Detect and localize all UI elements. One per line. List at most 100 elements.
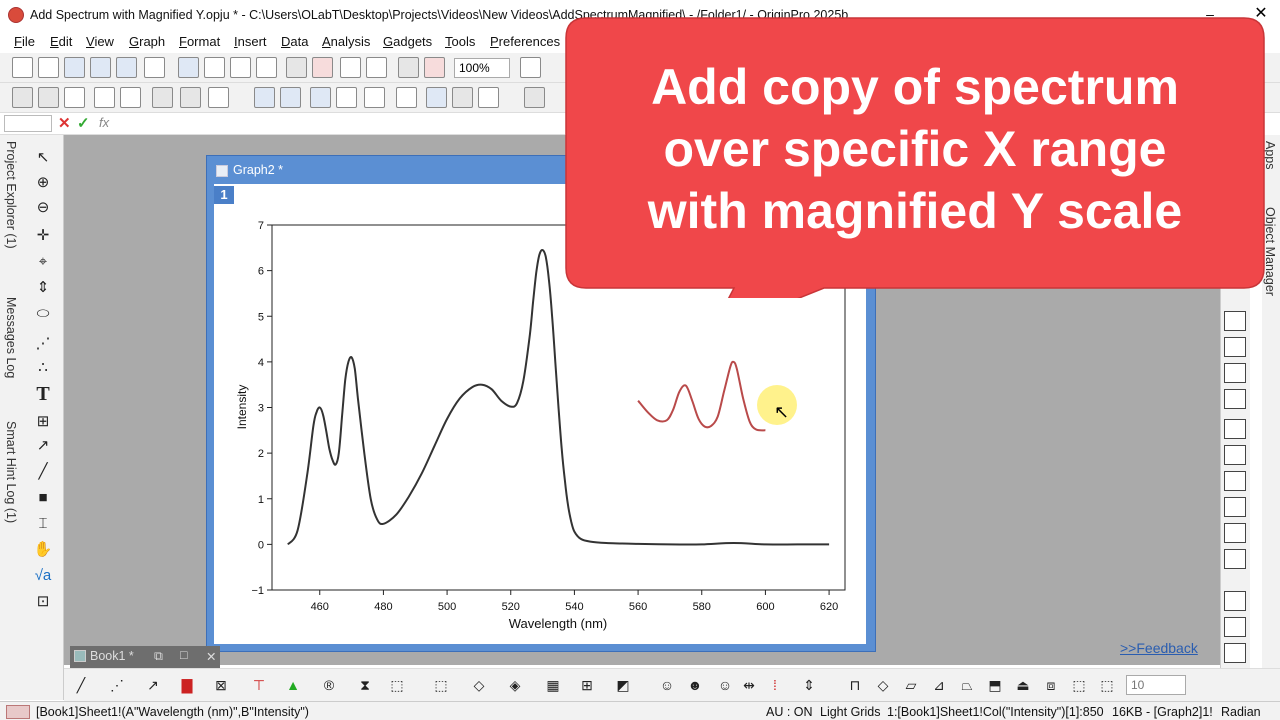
book1-minimized-window[interactable]: Book1 * ⧉ □ ✕	[70, 646, 220, 668]
cancel-edit-icon[interactable]: ✕	[58, 114, 71, 132]
new-function-icon[interactable]	[144, 57, 165, 78]
line-tool-icon[interactable]: ╱	[32, 461, 54, 483]
axis-bottom-icon[interactable]	[1224, 419, 1246, 439]
menu-tools[interactable]: Tools	[445, 34, 475, 49]
scale-tool-icon[interactable]: ✛	[32, 225, 54, 247]
arrow-tool-icon[interactable]: ↗	[32, 435, 54, 457]
row-select-icon[interactable]: ⇕	[798, 675, 820, 696]
line-plot-icon[interactable]: ╱	[70, 675, 92, 696]
layer-arrange-icon[interactable]: ⊓	[844, 675, 866, 696]
scatter-plot-icon[interactable]: ⋰	[106, 675, 128, 696]
box-left-icon[interactable]: ⏏	[1012, 675, 1034, 696]
print-icon[interactable]	[520, 57, 541, 78]
maximize-window-button[interactable]: □	[180, 648, 188, 662]
function-icon[interactable]: fx	[99, 115, 109, 130]
excel-icon[interactable]	[310, 87, 331, 108]
restore-window-button[interactable]: ⧉	[154, 649, 163, 664]
menu-graph[interactable]: Graph	[129, 34, 165, 49]
messages-log-tab[interactable]: Messages Log	[4, 297, 18, 378]
move-data-icon[interactable]	[64, 87, 85, 108]
new-workbook-icon[interactable]	[64, 57, 85, 78]
axis-top-icon[interactable]	[1224, 471, 1246, 491]
equation-tool-icon[interactable]: √a	[32, 565, 54, 587]
new-notes-icon[interactable]	[38, 57, 59, 78]
sort-icon[interactable]	[336, 87, 357, 108]
polar-plot-icon[interactable]: ®	[318, 675, 340, 696]
menu-data[interactable]: Data	[281, 34, 308, 49]
layer-frame-icon[interactable]	[1224, 311, 1246, 331]
pointer-tool-icon[interactable]: ↖	[32, 147, 54, 169]
set-column-values-icon[interactable]	[254, 87, 275, 108]
axis-break-icon[interactable]	[1224, 549, 1246, 569]
region-mask-icon[interactable]: ⬭	[32, 303, 54, 325]
split-icon[interactable]	[396, 87, 417, 108]
undo-icon[interactable]	[208, 87, 229, 108]
3d-scatter-icon[interactable]: ⬚	[430, 675, 452, 696]
column-plot-icon[interactable]: ▇	[176, 675, 198, 696]
cube-alt-icon[interactable]: ⬚	[1096, 675, 1118, 696]
hand-tool-icon[interactable]: ✋	[32, 539, 54, 561]
line-symbol-icon[interactable]: ↗	[142, 675, 164, 696]
rectangle-tool-icon[interactable]: ■	[32, 487, 54, 509]
insert-graph-icon[interactable]: ⊡	[32, 591, 54, 613]
axis-right-icon[interactable]	[1224, 497, 1246, 517]
draw-data-icon[interactable]: ⋰	[32, 333, 54, 355]
feedback-link[interactable]: >>Feedback	[1120, 640, 1198, 656]
expand-columns-icon[interactable]: ⇹	[738, 675, 760, 696]
shade-icon[interactable]: ⬒	[984, 675, 1006, 696]
mask-face-alt-icon[interactable]: ☻	[684, 675, 706, 696]
layer-grid-icon[interactable]	[1224, 389, 1246, 409]
menu-file[interactable]: File	[14, 34, 35, 49]
add-data-icon[interactable]	[426, 87, 447, 108]
flip-icon[interactable]: ⊿	[928, 675, 950, 696]
box-right-icon[interactable]: ⧈	[1040, 675, 1062, 696]
cube-icon[interactable]: ⬚	[1068, 675, 1090, 696]
pin-icon[interactable]	[180, 87, 201, 108]
menu-gadgets[interactable]: Gadgets	[383, 34, 432, 49]
perspective-icon[interactable]: ⏢	[956, 675, 978, 696]
mask-icon[interactable]	[452, 87, 473, 108]
menu-format[interactable]: Format	[179, 34, 220, 49]
scatter-tool-icon[interactable]: ∴	[32, 357, 54, 379]
menu-insert[interactable]: Insert	[234, 34, 267, 49]
magnified-spectrum-line[interactable]	[637, 360, 766, 432]
new-layout-icon[interactable]	[178, 57, 199, 78]
region-tool-icon[interactable]: ⌶	[32, 513, 54, 535]
zoom-out-tool-icon[interactable]: ⊖	[32, 197, 54, 219]
close-window-button[interactable]: ✕	[206, 649, 216, 664]
statistics-plot-icon[interactable]: ⊠	[210, 675, 232, 696]
smiley-icon[interactable]: ☺	[714, 675, 736, 696]
column-select-icon[interactable]: ⁞	[764, 675, 786, 696]
data-reader-icon[interactable]: ⌖	[32, 251, 54, 273]
stock-plot-icon[interactable]: ⧗	[354, 675, 376, 696]
cell-reference-box[interactable]	[4, 115, 52, 132]
panel-stack-icon[interactable]	[1224, 643, 1246, 663]
merge-layers-icon[interactable]	[1224, 337, 1246, 357]
stop-recalc-icon[interactable]	[424, 57, 445, 78]
arrow-left-icon[interactable]	[12, 87, 33, 108]
axis-both-icon[interactable]	[1224, 523, 1246, 543]
font-size-select[interactable]: 10	[1126, 675, 1186, 695]
new-matrix-icon[interactable]	[116, 57, 137, 78]
save-template-icon[interactable]	[366, 57, 387, 78]
row-numbers-icon[interactable]	[280, 87, 301, 108]
template-library-icon[interactable]	[204, 57, 225, 78]
tilt-icon[interactable]: ▱	[900, 675, 922, 696]
annotation-icon[interactable]: ⊞	[32, 411, 54, 433]
heatmap-icon[interactable]: ▦	[542, 675, 564, 696]
project-explorer-tab[interactable]: Project Explorer (1)	[4, 141, 18, 249]
refresh-icon[interactable]	[152, 87, 173, 108]
box-plot-icon[interactable]: ⊤	[248, 675, 270, 696]
import-data-icon[interactable]	[256, 57, 277, 78]
copy-format-icon[interactable]	[478, 87, 499, 108]
open-cloud-icon[interactable]	[312, 57, 333, 78]
3d-wire-icon[interactable]: ◈	[504, 675, 526, 696]
menu-preferences[interactable]: Preferences	[490, 34, 560, 49]
table-icon[interactable]	[364, 87, 385, 108]
rotate-icon[interactable]: ◇	[872, 675, 894, 696]
arrow-right-icon[interactable]	[38, 87, 59, 108]
new-project-icon[interactable]	[12, 57, 33, 78]
open-folder-icon[interactable]	[286, 57, 307, 78]
import-wizard-icon[interactable]	[230, 57, 251, 78]
arrange-layers-icon[interactable]	[1224, 363, 1246, 383]
